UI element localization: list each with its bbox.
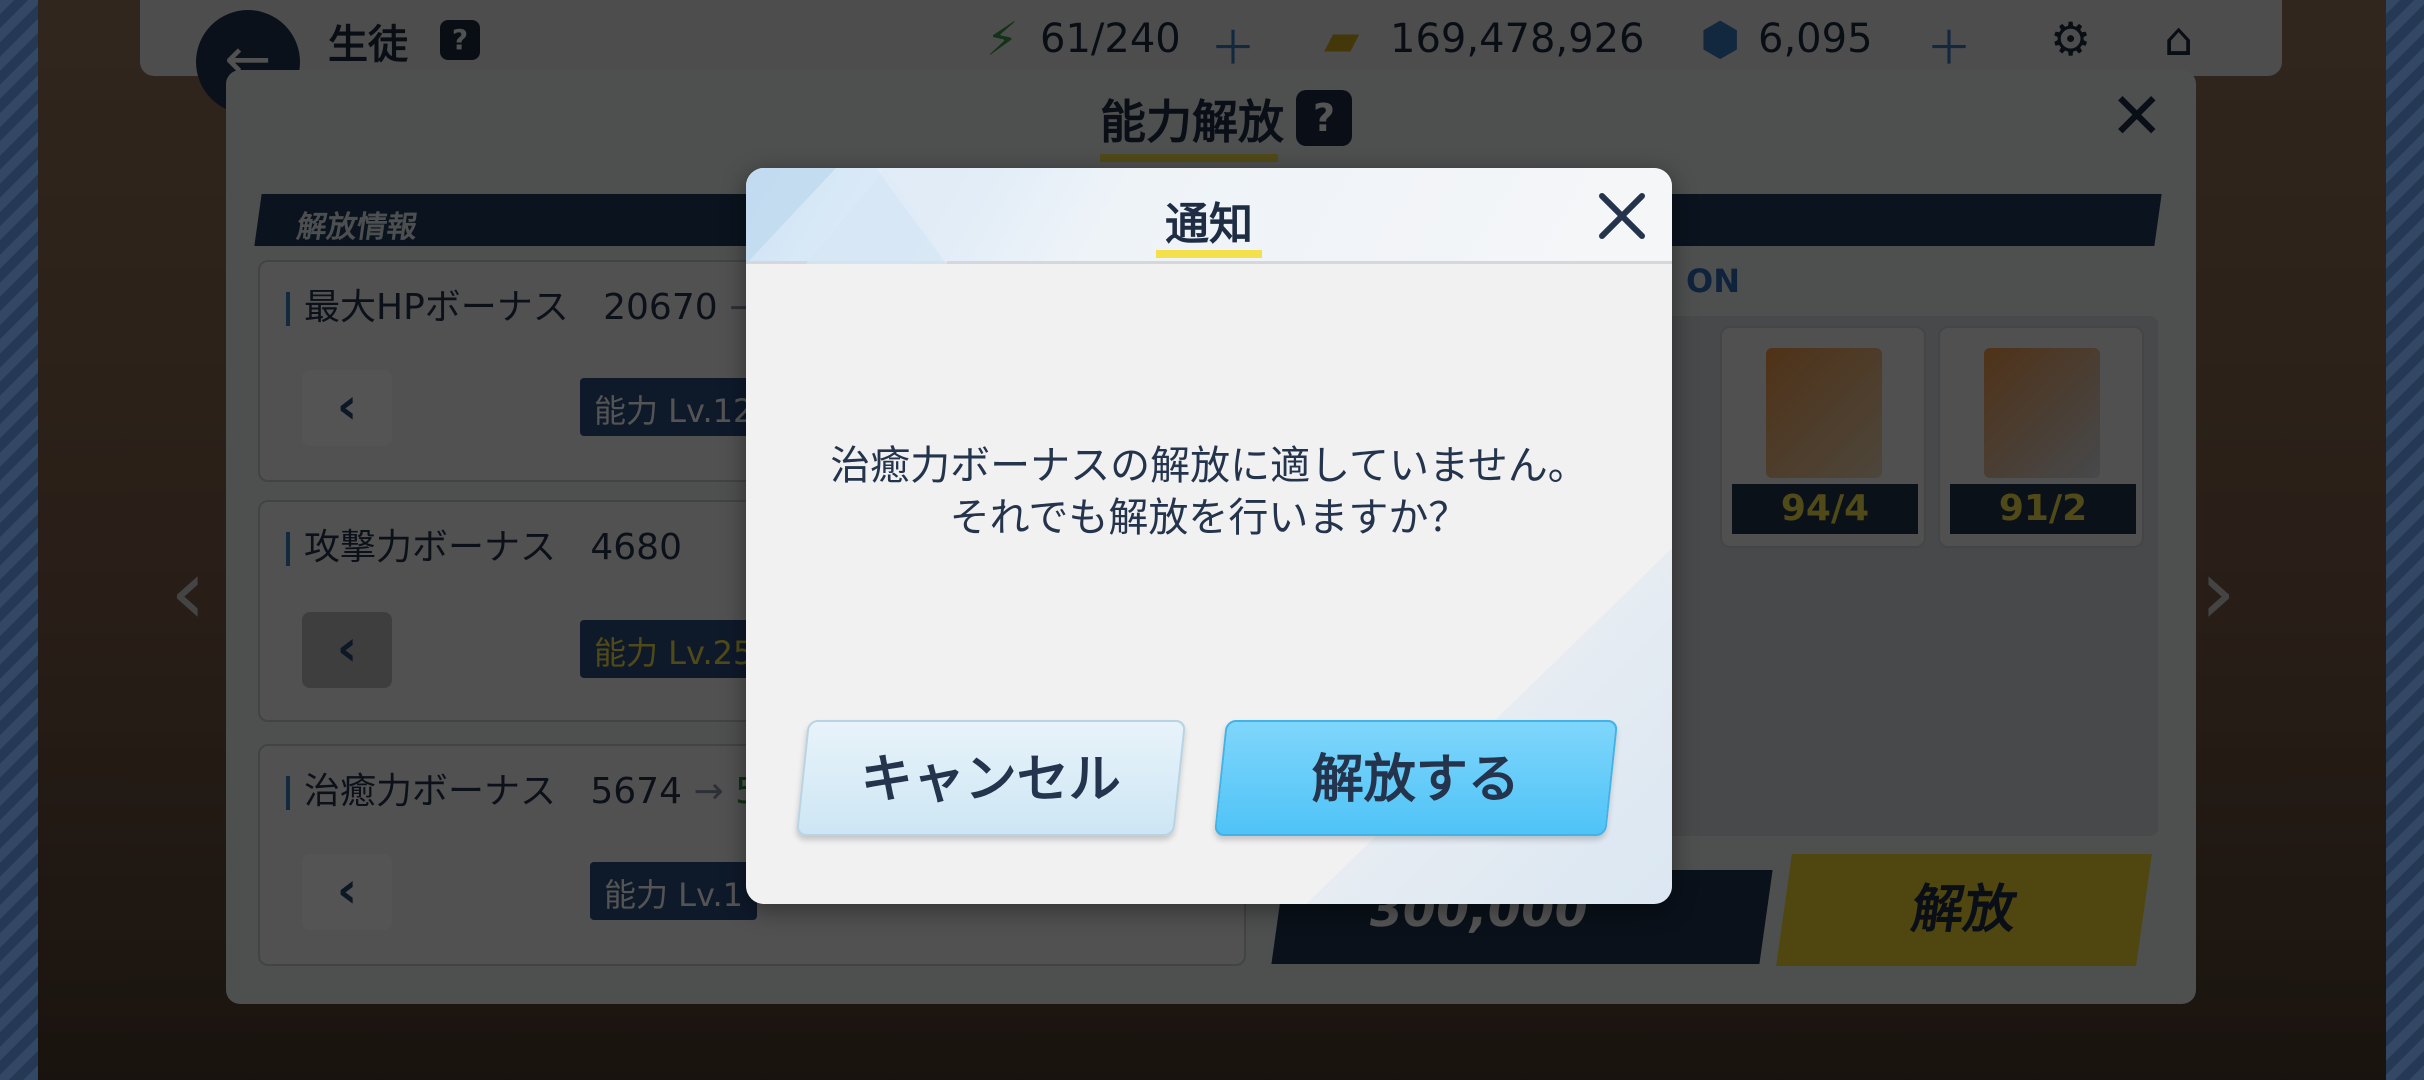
cancel-button[interactable]: キャンセル xyxy=(795,720,1187,836)
close-icon[interactable] xyxy=(1592,186,1652,246)
dialog-title: 通知 xyxy=(1165,199,1253,250)
dialog-message: 治癒力ボーナスの解放に適していません。 それでも解放を行いますか？ xyxy=(746,440,1672,544)
dialog-title-underline xyxy=(1156,250,1262,258)
dialog-message-line-2: それでも解放を行いますか？ xyxy=(949,495,1469,541)
dialog-message-line-1: 治癒力ボーナスの解放に適していません。 xyxy=(830,443,1588,489)
cancel-button-label: キャンセル xyxy=(860,750,1121,810)
confirm-release-button[interactable]: 解放する xyxy=(1213,720,1619,836)
confirm-button-label: 解放する xyxy=(1311,750,1520,810)
notice-dialog: 通知 治癒力ボーナスの解放に適していません。 それでも解放を行いますか？ キャン… xyxy=(746,168,1672,904)
